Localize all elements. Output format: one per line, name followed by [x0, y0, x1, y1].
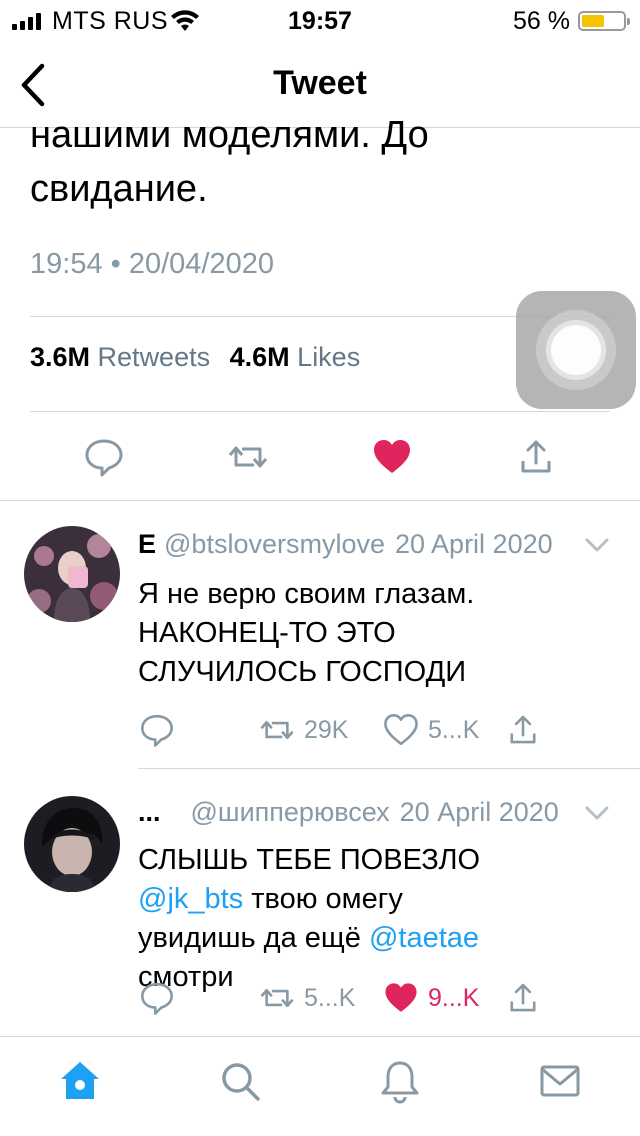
meta-separator: •	[110, 248, 121, 280]
like-count: 5...K	[428, 715, 480, 744]
display-name[interactable]: E	[138, 529, 156, 559]
retweet-icon	[260, 988, 294, 1008]
like-count: 9...K	[428, 983, 480, 1012]
reply-bubble-icon	[141, 714, 173, 747]
reply-button[interactable]	[138, 978, 176, 1018]
reply-text-fragment: твою омегу	[243, 883, 403, 915]
retweet-icon	[260, 720, 294, 740]
battery-fill	[582, 15, 605, 27]
retweet-button[interactable]: 29K	[258, 710, 348, 750]
reply-bubble-icon[interactable]	[82, 435, 126, 479]
reply-header: E @btsloversmylove 20 April 2020	[138, 529, 553, 560]
likes-label[interactable]: Likes	[297, 342, 360, 372]
reply-text-fragment: увидишь да ещё	[138, 922, 369, 954]
tweet-timestamp: 19:54 • 20/04/2020	[30, 248, 274, 281]
share-icon[interactable]	[514, 435, 558, 479]
username[interactable]: @btsloversmylove	[164, 529, 385, 559]
page-title: Tweet	[273, 64, 367, 102]
mail-icon[interactable]	[536, 1057, 584, 1105]
tweet-stats: 3.6M Retweets 4.6M Likes	[30, 342, 372, 373]
retweet-icon[interactable]	[226, 435, 270, 479]
mention-link[interactable]: @taetae	[369, 922, 479, 954]
reply-text: Я не верю своим глазам. НАКОНЕЦ-ТО ЭТО С…	[138, 575, 608, 692]
tab-bar	[0, 1036, 640, 1136]
reply-text-line: СЛЫШЬ ТЕБЕ ПОВЕЗЛО	[138, 844, 481, 876]
divider	[30, 411, 610, 412]
tweet-date: 20/04/2020	[128, 248, 275, 280]
tweet-text: нашими моделями. До свидание.	[30, 118, 590, 214]
retweets-label[interactable]: Retweets	[98, 342, 211, 372]
home-icon[interactable]	[56, 1057, 104, 1105]
retweet-count: 5...K	[304, 983, 356, 1012]
username[interactable]: @шипперювсех	[191, 797, 390, 827]
likes-count[interactable]: 4.6M	[230, 342, 290, 372]
chevron-down-icon[interactable]	[584, 537, 610, 553]
nav-header: Tweet	[0, 40, 640, 128]
search-icon[interactable]	[216, 1057, 264, 1105]
retweet-button[interactable]: 5...K	[258, 978, 355, 1018]
reply-text-line: Я не верю своим глазам.	[138, 578, 475, 610]
like-button[interactable]: 9...K	[382, 978, 479, 1018]
reply-text: СЛЫШЬ ТЕБЕ ПОВЕЗЛО @jk_bts твою омегу ув…	[138, 841, 608, 997]
reply-bubble-icon	[141, 982, 173, 1015]
avatar[interactable]	[24, 796, 120, 892]
avatar-image	[24, 526, 120, 622]
avatar-image	[24, 796, 120, 892]
tweet-time: 19:54	[30, 248, 103, 280]
reply-tweet[interactable]: E @btsloversmylove 20 April 2020 Я не верю…	[0, 500, 640, 769]
share-icon	[510, 715, 536, 744]
reply-date: 20 April 2020	[395, 529, 553, 559]
retweet-count: 29K	[304, 715, 349, 744]
mention-link[interactable]: @jk_bts	[138, 883, 243, 915]
assistive-touch-button[interactable]	[516, 291, 636, 409]
status-bar: MTS RUS 19:57 56 %	[0, 0, 640, 40]
reply-text-line: @jk_bts твою омегу	[138, 880, 608, 919]
share-button[interactable]	[504, 710, 542, 750]
reply-text-line: СЛУЧИЛОСЬ ГОСПОДИ	[138, 656, 467, 688]
reply-text-line: НАКОНЕЦ-ТО ЭТО	[138, 617, 396, 649]
tweet-text-line: нашими моделями. До	[30, 118, 429, 156]
battery-icon	[578, 11, 630, 31]
display-name[interactable]: ...	[138, 797, 161, 827]
share-button[interactable]	[504, 978, 542, 1018]
tweet-text-line: свидание.	[30, 168, 208, 210]
bell-icon[interactable]	[376, 1057, 424, 1105]
heart-filled-icon[interactable]	[370, 435, 414, 479]
retweets-count[interactable]: 3.6M	[30, 342, 90, 372]
reply-tweet[interactable]: ... @шипперювсех 20 April 2020 СЛЫШЬ ТЕБЕ …	[0, 768, 640, 1036]
reply-button[interactable]	[138, 710, 176, 750]
avatar[interactable]	[24, 526, 120, 622]
like-button[interactable]: 5...K	[382, 710, 479, 750]
battery-percent: 56 %	[513, 7, 570, 35]
tweet-actions	[0, 435, 640, 480]
reply-date: 20 April 2020	[399, 797, 559, 827]
chevron-down-icon[interactable]	[584, 805, 610, 821]
share-icon	[510, 983, 536, 1012]
reply-text-line: увидишь да ещё @taetae	[138, 919, 608, 958]
reply-header: ... @шипперювсех 20 April 2020	[138, 797, 559, 828]
heart-filled-icon	[385, 983, 417, 1012]
heart-icon	[384, 714, 418, 746]
